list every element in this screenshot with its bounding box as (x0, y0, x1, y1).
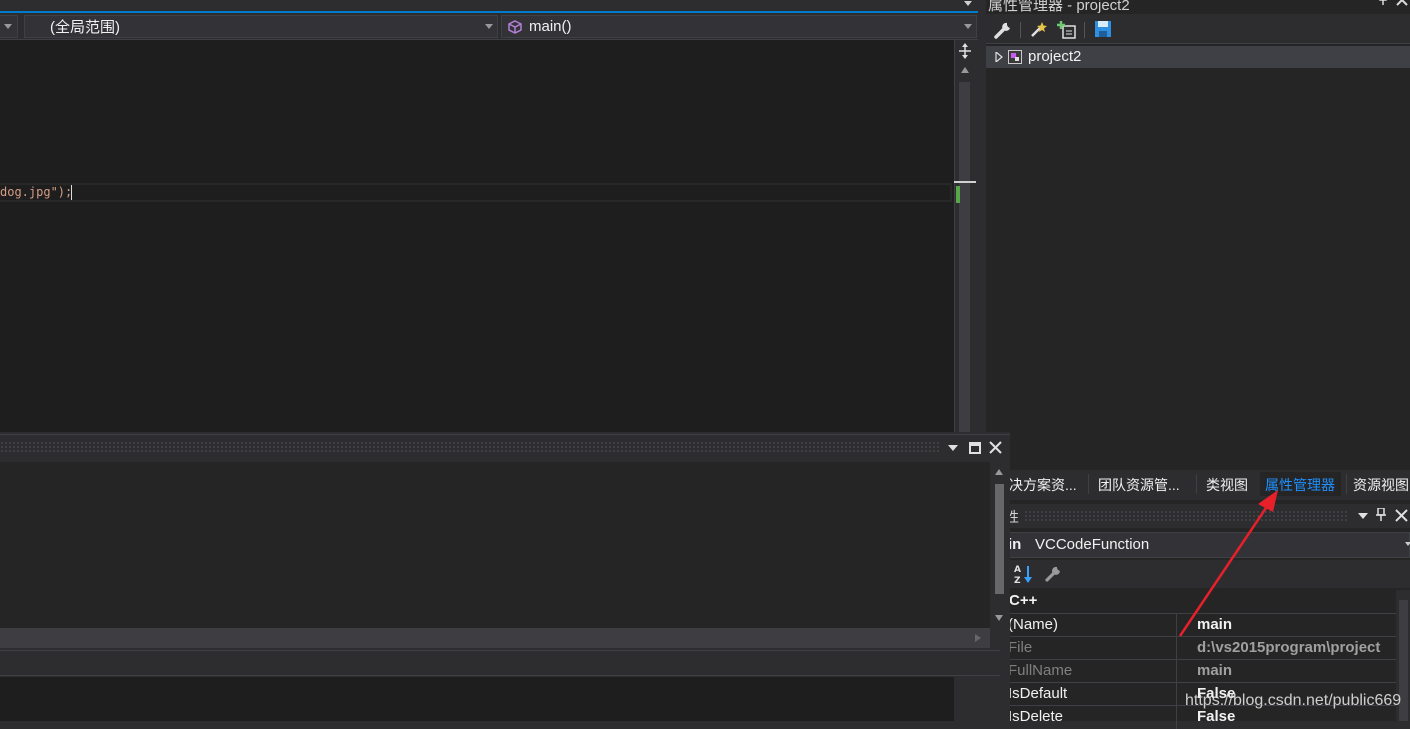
pin-icon[interactable] (1377, 0, 1389, 6)
svg-text:Z: Z (1014, 576, 1021, 585)
scroll-right-icon[interactable] (974, 633, 982, 643)
saved-change-marker (956, 186, 960, 203)
close-icon[interactable] (1396, 0, 1408, 6)
annotation-arrow-icon (1178, 490, 1278, 637)
category-header[interactable]: C++ (1009, 592, 1037, 609)
chevron-down-icon (1405, 542, 1410, 546)
navigation-bar: (全局范围) main() (0, 13, 978, 40)
tab-separator (1346, 474, 1347, 494)
title-strip (0, 0, 978, 11)
add-new-property-sheet-icon[interactable] (1057, 20, 1077, 40)
object-name: in (1008, 536, 1022, 553)
column-separator (1176, 683, 1177, 706)
tab-team-explorer[interactable]: 团队资源管... (1098, 472, 1180, 496)
tab-dropdown-icon[interactable] (962, 0, 974, 8)
lower-scroll-gutter (954, 677, 1000, 721)
save-icon[interactable] (1094, 20, 1112, 38)
property-row[interactable]: File d:\vs2015program\project (1004, 636, 1396, 660)
tab-resource-view[interactable]: 资源视图 (1353, 472, 1409, 496)
column-separator (1176, 637, 1177, 660)
text-caret (71, 185, 72, 200)
property-value: main (1197, 662, 1233, 679)
member-combo-value: main() (529, 18, 572, 35)
column-separator (1176, 706, 1177, 729)
toolbar-separator (1020, 22, 1021, 38)
wrench-icon[interactable] (993, 20, 1013, 40)
pin-icon[interactable] (1375, 508, 1387, 522)
toolbar-separator (1084, 22, 1085, 38)
tab-solution-explorer[interactable]: 决方案资... (1009, 472, 1077, 496)
output-scroll-thumb[interactable] (995, 484, 1004, 594)
chevron-down-icon (4, 24, 12, 29)
property-manager-panel (986, 0, 1410, 470)
column-separator (1176, 660, 1177, 683)
caret-position-marker (954, 181, 976, 183)
title-grip (0, 441, 940, 453)
editor-scroll-thumb[interactable] (959, 82, 970, 432)
property-name: (Name) (1008, 616, 1059, 633)
tree-item-label: project2 (1028, 48, 1082, 65)
property-row[interactable]: FullName main (1004, 659, 1396, 683)
property-manager-title: 属性管理器 - project2 (988, 0, 1130, 14)
property-manager-toolbar (986, 14, 1410, 44)
alphabetical-sort-icon[interactable]: A Z (1012, 563, 1036, 585)
scroll-up-icon[interactable] (994, 468, 1004, 476)
chevron-down-icon (964, 24, 972, 29)
close-icon[interactable] (989, 441, 1002, 454)
property-value: False (1197, 708, 1236, 725)
code-editor[interactable] (0, 40, 954, 432)
chevron-down-icon (485, 24, 493, 29)
project-icon (1008, 50, 1022, 64)
property-name: FullName (1008, 662, 1073, 679)
expand-triangle-icon[interactable] (995, 52, 1003, 62)
scroll-up-icon[interactable] (960, 66, 970, 74)
tab-separator (1088, 474, 1089, 494)
maximize-icon[interactable] (969, 442, 981, 454)
property-pages-wrench-icon[interactable] (1044, 565, 1062, 583)
member-combo[interactable]: main() (501, 15, 977, 38)
property-value: d:\vs2015program\project (1197, 639, 1381, 656)
method-cube-icon (508, 19, 522, 34)
lower-editor-area (0, 677, 954, 721)
code-line: dog.jpg"); (0, 185, 73, 199)
svg-text:A: A (1014, 565, 1021, 575)
output-horizontal-scrollbar[interactable] (0, 628, 990, 648)
property-name: IsDelete (1008, 708, 1064, 725)
project-combo[interactable] (0, 15, 18, 38)
split-window-icon[interactable] (957, 42, 973, 60)
output-content[interactable] (0, 462, 990, 628)
output-footer-bar (0, 650, 1000, 676)
scope-combo-value: (全局范围) (50, 19, 120, 36)
property-name: IsDefault (1008, 685, 1068, 702)
window-position-dropdown-icon[interactable] (1358, 513, 1368, 520)
scroll-down-icon[interactable] (994, 614, 1004, 622)
current-line-highlight (0, 183, 952, 202)
add-existing-property-sheet-icon[interactable] (1028, 20, 1048, 40)
property-name: File (1008, 639, 1033, 656)
scope-combo[interactable]: (全局范围) (24, 15, 498, 38)
close-icon[interactable] (1395, 509, 1408, 522)
window-position-dropdown-icon[interactable] (948, 445, 958, 452)
watermark: https://blog.csdn.net/public669 (1185, 692, 1402, 709)
object-type: VCCodeFunction (1035, 536, 1150, 553)
